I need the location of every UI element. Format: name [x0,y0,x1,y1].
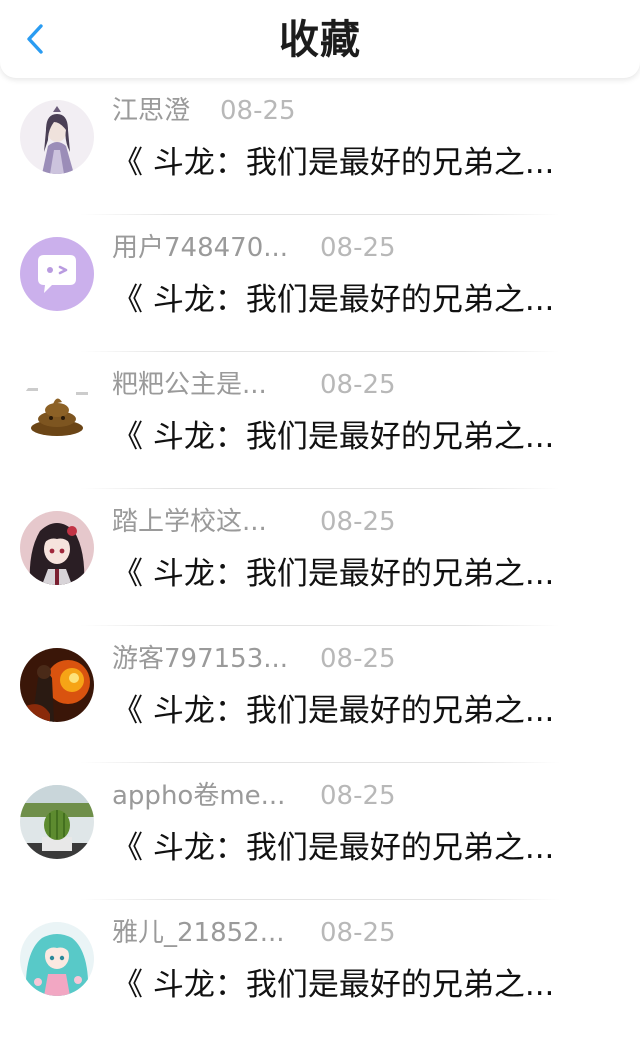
user-name: 游客797153... [112,644,289,674]
favorites-list: 江思澄 08-25 《 斗龙：我们是最好的兄弟之... 用户748470... … [0,78,640,1037]
list-item[interactable]: appho卷me... 08-25 《 斗龙：我们是最好的兄弟之... [0,763,640,900]
avatar[interactable] [20,511,94,585]
avatar[interactable] [20,100,94,174]
novel-title[interactable]: 《 斗龙：我们是最好的兄弟之... [112,827,592,869]
date: 08-25 [220,96,296,126]
avatar[interactable] [20,374,94,448]
list-item[interactable]: 江思澄 08-25 《 斗龙：我们是最好的兄弟之... [0,78,640,215]
list-item[interactable]: 游客797153... 08-25 《 斗龙：我们是最好的兄弟之... [0,626,640,763]
user-name: 用户748470... [112,233,289,263]
novel-title[interactable]: 《 斗龙：我们是最好的兄弟之... [112,416,592,458]
avatar[interactable] [20,648,94,722]
novel-title[interactable]: 《 斗龙：我们是最好的兄弟之... [112,553,592,595]
date: 08-25 [320,918,396,948]
user-name: 雅儿_21852... [112,918,285,948]
avatar[interactable] [20,785,94,859]
novel-title[interactable]: 《 斗龙：我们是最好的兄弟之... [112,690,592,732]
user-name: 粑粑公主是... [112,370,267,400]
user-name: appho卷me... [112,781,286,811]
list-item[interactable]: 踏上学校这... 08-25 《 斗龙：我们是最好的兄弟之... [0,489,640,626]
list-item[interactable]: 雅儿_21852... 08-25 《 斗龙：我们是最好的兄弟之... [0,900,640,1037]
date: 08-25 [320,644,396,674]
date: 08-25 [320,233,396,263]
novel-title[interactable]: 《 斗龙：我们是最好的兄弟之... [112,142,592,184]
avatar[interactable] [20,237,94,311]
date: 08-25 [320,781,396,811]
novel-title[interactable]: 《 斗龙：我们是最好的兄弟之... [112,279,592,321]
page-title: 收藏 [279,17,361,63]
avatar[interactable] [20,922,94,996]
list-item[interactable]: 用户748470... 08-25 《 斗龙：我们是最好的兄弟之... [0,215,640,352]
user-name: 踏上学校这... [112,507,267,537]
date: 08-25 [320,370,396,400]
header-bar: 收藏 [0,0,640,78]
list-item[interactable]: 粑粑公主是... 08-25 《 斗龙：我们是最好的兄弟之... [0,352,640,489]
date: 08-25 [320,507,396,537]
